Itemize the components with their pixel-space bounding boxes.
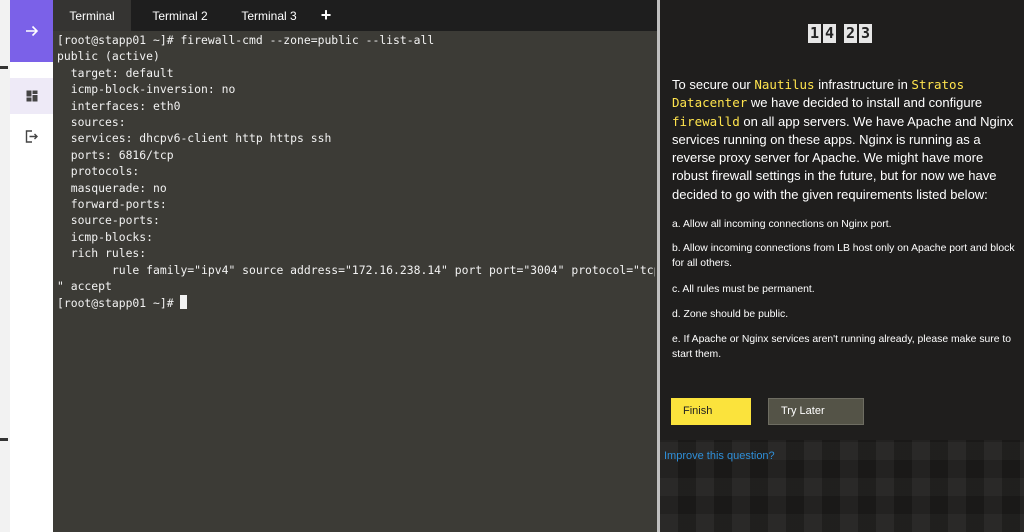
highlight-term: Nautilus	[754, 77, 815, 92]
improve-question-link[interactable]: Improve this question?	[664, 450, 775, 462]
edge-mark	[0, 438, 8, 441]
terminal-line: rule family="ipv4" source address="172.1…	[57, 262, 655, 277]
terminal-prompt: [root@stapp01 ~]#	[57, 295, 181, 310]
try-later-button[interactable]: Try Later	[768, 398, 864, 425]
terminal-line: public (active)	[57, 49, 160, 64]
tab-terminal[interactable]: Terminal	[53, 0, 131, 31]
edge-mark	[0, 66, 8, 69]
terminal-line: interfaces: eth0	[57, 98, 181, 113]
logout-button[interactable]	[10, 118, 53, 154]
requirement-a: a. Allow all incoming connections on Ngi…	[672, 219, 892, 230]
dashboard-icon	[26, 90, 37, 102]
terminal-line: masquerade: no	[57, 180, 167, 195]
tab-terminal-2[interactable]: Terminal 2	[139, 0, 221, 31]
question-panel: 1 4 2 3 To secure our Nautilus infrastru…	[660, 0, 1024, 532]
terminal-line: icmp-block-inversion: no	[57, 82, 236, 97]
counter-digit: 2	[844, 24, 857, 43]
terminal-line: icmp-blocks:	[57, 229, 154, 244]
counter-digit: 1	[808, 24, 821, 43]
terminal-tab-bar: Terminal Terminal 2 Terminal 3 +	[53, 0, 657, 31]
logout-icon	[25, 129, 38, 143]
dashboard-button[interactable]	[10, 78, 53, 114]
terminal-line: " accept	[57, 279, 112, 294]
counter-digit: 3	[859, 24, 872, 43]
intro-text: To secure our	[672, 77, 755, 92]
question-counter: 1 4 2 3	[808, 24, 872, 43]
counter-digit: 4	[823, 24, 836, 43]
highlight-term: firewalld	[672, 113, 740, 129]
requirement-e: e. If Apache or Nginx services aren't ru…	[672, 334, 1012, 361]
terminal-line: protocols:	[57, 164, 140, 179]
requirement-d: d. Zone should be public.	[672, 309, 789, 320]
add-tab-button[interactable]: +	[315, 0, 337, 31]
terminal-line: source-ports:	[57, 213, 160, 228]
expand-sidebar-button[interactable]	[10, 0, 53, 62]
requirement-c: c. All rules must be permanent.	[672, 284, 815, 295]
sidebar	[10, 0, 54, 532]
terminal-line: forward-ports:	[57, 197, 167, 212]
terminal-line: services: dhcpv6-client http https ssh	[57, 131, 332, 146]
left-edge-strip	[0, 0, 10, 532]
requirement-b: b. Allow incoming connections from LB ho…	[672, 243, 1015, 270]
terminal-output[interactable]: [root@stapp01 ~]# firewall-cmd --zone=pu…	[57, 32, 655, 311]
terminal-line: rich rules:	[57, 246, 147, 261]
intro-text: infrastructure in	[814, 77, 912, 92]
terminal-cursor	[180, 294, 188, 309]
terminal-line: ports: 6816/tcp	[57, 147, 174, 162]
intro-text: we have decided to install and configure	[747, 95, 983, 111]
arrow-right-icon	[25, 25, 38, 37]
finish-button[interactable]: Finish	[671, 398, 751, 425]
tab-terminal-3[interactable]: Terminal 3	[228, 0, 310, 31]
terminal-line: target: default	[57, 65, 174, 80]
terminal-line: [root@stapp01 ~]# firewall-cmd --zone=pu…	[57, 33, 435, 47]
terminal-pane[interactable]: Terminal Terminal 2 Terminal 3 + [root@s…	[53, 0, 657, 532]
question-intro: To secure our Nautilus infrastructure in…	[672, 76, 1022, 204]
terminal-line: sources:	[57, 115, 126, 130]
